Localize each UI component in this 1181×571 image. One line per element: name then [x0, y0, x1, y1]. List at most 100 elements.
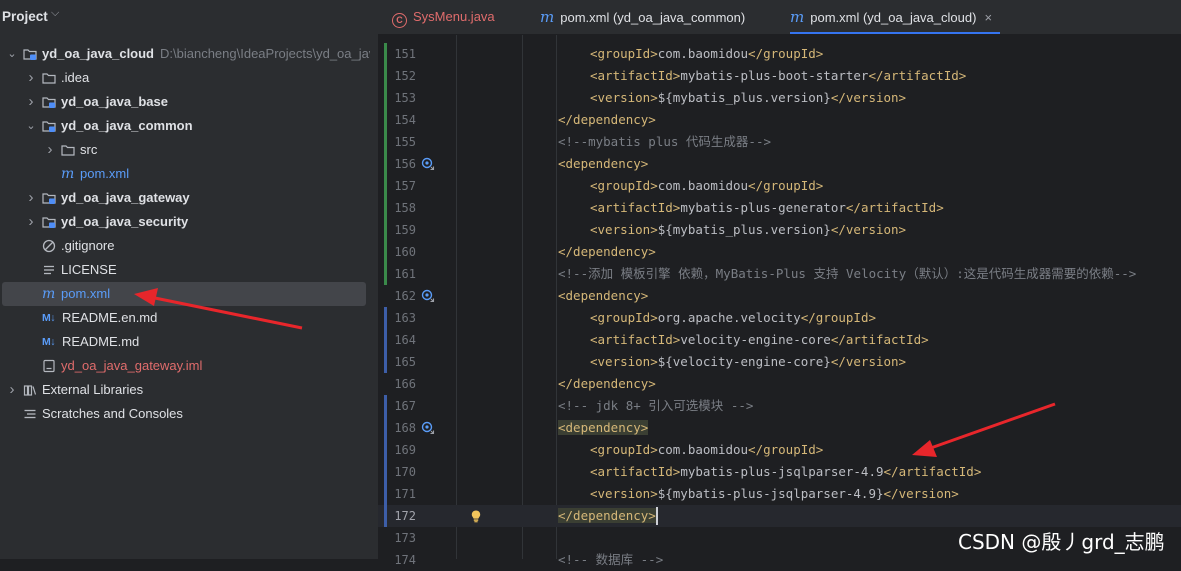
tree-item-label: pom.xml — [80, 162, 129, 186]
code-text: <groupId>com.baomidou</groupId> — [590, 442, 824, 457]
code-line[interactable]: 164 <artifactId>velocity-engine-core</art… — [378, 329, 1181, 351]
chevron-down-icon[interactable]: ⌄ — [25, 114, 37, 138]
maven-dependency-gutter-icon[interactable] — [421, 421, 435, 435]
module-folder-icon — [42, 121, 56, 132]
code-text: <artifactId>mybatis-plus-jsqlparser-4.9<… — [590, 464, 982, 479]
code-line[interactable]: 154 </dependency> — [378, 109, 1181, 131]
tree-item-yd-oa-java-base[interactable]: › yd_oa_java_base — [0, 90, 370, 114]
tree-item-text: pom.xml — [80, 166, 130, 181]
chevron-right-icon[interactable]: › — [44, 138, 56, 162]
maven-dependency-gutter-icon[interactable] — [421, 289, 435, 303]
code-line[interactable]: 162 <dependency> — [378, 285, 1181, 307]
tree-item-text: src — [80, 142, 98, 157]
tree-item-label: README.en.md — [62, 306, 157, 330]
project-panel-header: Project ⌵ — [0, 0, 378, 34]
tree-item-readme-md[interactable]: M↓ README.md — [0, 330, 370, 354]
tree-item-license[interactable]: LICENSE — [0, 258, 370, 282]
tree-item-text: yd_oa_java_gateway — [61, 190, 190, 205]
code-text: <version>${velocity-engine-core}</versio… — [590, 354, 907, 369]
chevron-right-icon[interactable]: › — [25, 186, 37, 210]
code-line[interactable]: 160 </dependency> — [378, 241, 1181, 263]
line-number: 156 — [394, 157, 416, 171]
line-number: 159 — [394, 223, 416, 237]
code-line[interactable]: 168 <dependency> — [378, 417, 1181, 439]
chevron-right-icon[interactable]: › — [25, 90, 37, 114]
code-line[interactable]: 172 </dependency> — [378, 505, 1181, 527]
code-line[interactable]: 159 <version>${mybatis_plus.version}</ver… — [378, 219, 1181, 241]
tree-item-text: External Libraries — [42, 382, 144, 397]
tree-item-scratches-and-consoles[interactable]: Scratches and Consoles — [0, 402, 370, 426]
line-number: 161 — [394, 267, 416, 281]
code-line[interactable]: 167 <!-- jdk 8+ 引入可选模块 --> — [378, 395, 1181, 417]
module-folder-icon — [23, 49, 37, 60]
chevron-right-icon[interactable]: › — [25, 210, 37, 234]
code-text: <groupId>org.apache.velocity</groupId> — [590, 310, 876, 325]
code-line[interactable]: 152 <artifactId>mybatis-plus-boot-starter… — [378, 65, 1181, 87]
chevron-right-icon[interactable]: › — [25, 66, 37, 90]
tree-item-pom-xml[interactable]: m pom.xml — [0, 162, 370, 186]
maven-icon: m — [540, 8, 555, 26]
code-text: </dependency> — [558, 376, 656, 391]
code-text: <artifactId>velocity-engine-core</artifa… — [590, 332, 929, 347]
folder-icon — [42, 73, 56, 84]
tree-item-text: yd_oa_java_common — [61, 118, 193, 133]
tree-item-label: README.md — [62, 330, 139, 354]
tree-item-text: pom.xml — [61, 286, 111, 301]
tree-item-yd-oa-java-gateway-iml[interactable]: yd_oa_java_gateway.iml — [0, 354, 370, 378]
code-line[interactable]: 170 <artifactId>mybatis-plus-jsqlparser-4… — [378, 461, 1181, 483]
close-icon[interactable]: × — [984, 10, 992, 25]
tab-sysmenu-java[interactable]: C SysMenu.java — [392, 0, 495, 34]
code-line[interactable]: 161 <!--添加 模板引擎 依赖，MyBatis-Plus 支持 Veloci… — [378, 263, 1181, 285]
code-line[interactable]: 157 <groupId>com.baomidou</groupId> — [378, 175, 1181, 197]
code-text: </dependency> — [558, 112, 656, 127]
code-line[interactable]: 158 <artifactId>mybatis-plus-generator</a… — [378, 197, 1181, 219]
tree-item-label: .gitignore — [61, 234, 114, 258]
tree-item-src[interactable]: › src — [0, 138, 370, 162]
chevron-down-icon[interactable]: ⌵ — [51, 7, 59, 20]
tree-item-label: yd_oa_java_gateway — [61, 186, 190, 210]
tree-item-label: .idea — [61, 66, 89, 90]
code-line[interactable]: 169 <groupId>com.baomidou</groupId> — [378, 439, 1181, 461]
code-text: <version>${mybatis_plus.version}</versio… — [590, 90, 907, 105]
tree-item-yd-oa-java-gateway[interactable]: › yd_oa_java_gateway — [0, 186, 370, 210]
code-line[interactable]: 153 <version>${mybatis_plus.version}</ver… — [378, 87, 1181, 109]
tree-item-yd-oa-java-common[interactable]: ⌄ yd_oa_java_common — [0, 114, 370, 138]
code-line[interactable]: 165 <version>${velocity-engine-core}</ver… — [378, 351, 1181, 373]
tree-item-readme-en-md[interactable]: M↓ README.en.md — [0, 306, 370, 330]
tab-label: pom.xml (yd_oa_java_common) — [560, 10, 746, 25]
tree-item-idea[interactable]: › .idea — [0, 66, 370, 90]
tree-item-text: Scratches and Consoles — [42, 406, 183, 421]
tree-item-external-libraries[interactable]: › External Libraries — [0, 378, 370, 402]
tree-item-yd-oa-java-cloud[interactable]: ⌄ yd_oa_java_cloud D:\biancheng\IdeaProjec… — [0, 42, 370, 66]
code-line[interactable]: 163 <groupId>org.apache.velocity</groupId… — [378, 307, 1181, 329]
scratches-icon — [24, 409, 36, 419]
line-number: 164 — [394, 333, 416, 347]
tree-item-label: yd_oa_java_gateway.iml — [61, 354, 202, 378]
line-number: 167 — [394, 399, 416, 413]
lightbulb-icon[interactable] — [469, 509, 483, 523]
tree-item-gitignore[interactable]: .gitignore — [0, 234, 370, 258]
maven-icon: m — [790, 8, 805, 26]
code-line[interactable]: 151 <groupId>com.baomidou</groupId> — [378, 43, 1181, 65]
tab-pom-cloud[interactable]: m pom.xml (yd_oa_java_cloud) × — [790, 0, 1001, 34]
code-line[interactable]: 171 <version>${mybatis-plus-jsqlparser-4.… — [378, 483, 1181, 505]
chevron-right-icon[interactable]: › — [6, 378, 18, 402]
chevron-down-icon[interactable]: ⌄ — [6, 42, 18, 66]
tree-item-pom-xml[interactable]: m pom.xml — [2, 282, 366, 306]
code-line[interactable]: 166 </dependency> — [378, 373, 1181, 395]
project-view-selector[interactable]: Project — [2, 9, 48, 24]
line-number: 174 — [394, 553, 416, 567]
code-editor[interactable]: 151 <groupId>com.baomidou</groupId> 152 <ar… — [378, 35, 1181, 567]
code-text: <dependency> — [558, 420, 649, 435]
folder-icon — [61, 145, 75, 156]
code-line[interactable]: 156 <dependency> — [378, 153, 1181, 175]
project-tool-window: Project ⌵ ⌄ yd_oa_java_cloud D:\biancheng\… — [0, 0, 378, 559]
line-number: 151 — [394, 47, 416, 61]
code-text: <artifactId>mybatis-plus-boot-starter</a… — [590, 68, 967, 83]
code-line[interactable]: 155 <!--mybatis plus 代码生成器--> — [378, 131, 1181, 153]
tree-item-yd-oa-java-security[interactable]: › yd_oa_java_security — [0, 210, 370, 234]
maven-dependency-gutter-icon[interactable] — [421, 157, 435, 171]
line-number: 173 — [394, 531, 416, 545]
code-text: <!--mybatis plus 代码生成器--> — [558, 134, 772, 149]
tab-pom-common[interactable]: m pom.xml (yd_oa_java_common) — [540, 0, 745, 34]
